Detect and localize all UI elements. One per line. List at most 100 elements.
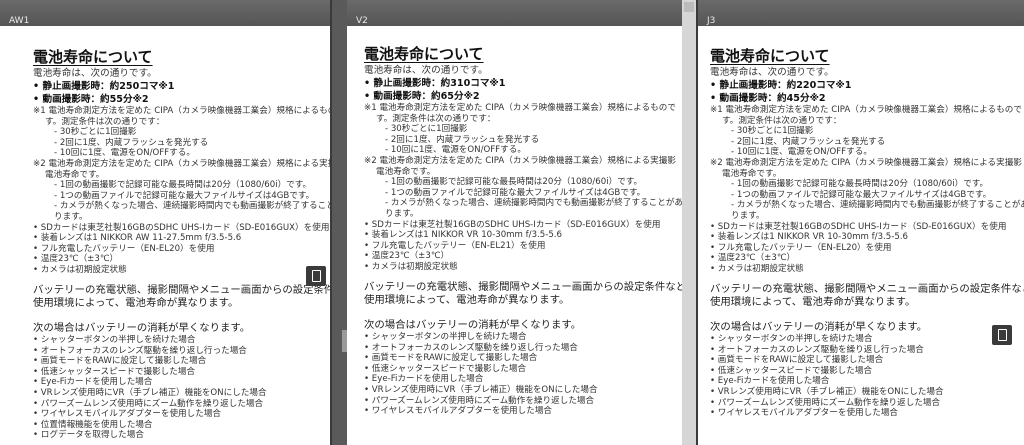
note-line: す。測定条件は次の通りです：	[376, 113, 496, 124]
paragraph-text: 使用環境によって、電池寿命が異なります。	[710, 296, 916, 308]
list-item: • 低速シャッタースピードで撮影した場合	[364, 363, 527, 374]
pane-aw1[interactable]: AW1 電池寿命について 電池寿命は、次の通りです。 • 静止画撮影時：約250…	[0, 0, 330, 445]
note-line: 電池寿命です。	[376, 166, 436, 177]
condition-line: • SDカードは東芝社製16GBのSDHC UHS-Iカード（SD-E016GU…	[710, 221, 1007, 232]
list-item: • 低速シャッタースピードで撮影した場合	[710, 365, 873, 376]
note-line: 電池寿命です。	[45, 169, 105, 180]
condition-line: • フル充電したバッテリー（EN-EL21）を使用	[364, 240, 546, 251]
condition-line: • 装着レンズは1 NIKKOR AW 11-27.5mm f/3.5-5.6	[33, 233, 242, 244]
list-item: • Eye-Fiカードを使用した場合	[710, 376, 830, 387]
paragraph-text: 次の場合はバッテリーの消耗が早くなります。	[364, 318, 582, 331]
paragraph-text: 使用環境によって、電池寿命が異なります。	[364, 294, 570, 306]
intro-text: 電池寿命は、次の通りです。	[710, 67, 834, 78]
list-item: • オートフォーカスのレンズ駆動を繰り返し行った場合	[364, 342, 578, 353]
note-line: ※1 電池寿命測定方法を定めた CIPA（カメラ映像機器工業会）規格によるもので	[33, 106, 330, 116]
note-line: ります。	[731, 210, 765, 221]
note-line: ※1 電池寿命測定方法を定めた CIPA（カメラ映像機器工業会）規格によるもので	[364, 103, 676, 113]
note-line: - 1つの動画ファイルで記録可能な最大ファイルサイズは4GBです。	[385, 187, 646, 198]
pane-header: AW1	[0, 0, 330, 26]
pane-label: J3	[707, 16, 716, 26]
list-item: • Eye-Fiカードを使用した場合	[364, 374, 484, 385]
note-line: - 30秒ごとに1回撮影	[54, 127, 137, 138]
note-line: - 30秒ごとに1回撮影	[731, 126, 814, 137]
list-item: • Eye-Fiカードを使用した場合	[33, 377, 153, 388]
note-line: - 2回に1度、内蔵フラッシュを発光する	[731, 136, 886, 147]
list-item: • 低速シャッタースピードで撮影した場合	[33, 366, 196, 377]
list-item: • 画質モードをRAWに設定して撮影した場合	[364, 353, 538, 364]
list-item: • シャッターボタンの半押しを続けた場合	[364, 332, 527, 342]
note-line: ※2 電池寿命測定方法を定めた CIPA（カメラ映像機器工業会）規格による実撮影	[364, 155, 676, 166]
condition-line: • カメラは初期設定状態	[33, 264, 127, 275]
note-line: ります。	[54, 211, 88, 222]
note-line: - カメラが熱くなった場合、連続撮影時間内でも動画撮影が終了することがあ	[731, 200, 1024, 211]
condition-line: • カメラは初期設定状態	[364, 261, 458, 272]
paragraph-text: 次の場合はバッテリーの消耗が早くなります。	[33, 321, 251, 334]
note-line: す。測定条件は次の通りです：	[45, 116, 165, 127]
condition-line: • 温度23℃（±3℃）	[33, 254, 119, 265]
list-item: • ワイヤレスモバイルアダプターを使用した場合	[710, 408, 899, 419]
list-item: • パワーズームレンズ使用時にズーム動作を繰り返した場合	[364, 395, 595, 406]
list-item: • 画質モードをRAWに設定して撮影した場合	[33, 356, 207, 367]
list-item: • 位置情報機能を使用した場合	[33, 419, 153, 430]
document-page: 電池寿命について 電池寿命は、次の通りです。 • 静止画撮影時：約220コマ※1…	[710, 28, 1024, 419]
list-item: • ワイヤレスモバイルアダプターを使用した場合	[364, 406, 553, 417]
paragraph-text: 使用環境によって、電池寿命が異なります。	[33, 297, 239, 309]
intro-text: 電池寿命は、次の通りです。	[33, 68, 157, 79]
note-line: - 30秒ごとに1回撮影	[385, 124, 468, 135]
condition-line: • 温度23℃（±3℃）	[364, 251, 450, 262]
condition-line: • フル充電したバッテリー（EN-EL20）を使用	[710, 242, 892, 253]
paragraph-text: バッテリーの充電状態、撮影間隔やメニュー画面からの設定条件などの	[33, 283, 330, 296]
note-line: - 1回の動画撮影で記録可能な最長時間は20分（1080/60i）です。	[385, 177, 643, 188]
list-item: • 画質モードをRAWに設定して撮影した場合	[710, 355, 884, 366]
note-line: ※2 電池寿命測定方法を定めた CIPA（カメラ映像機器工業会）規格による実撮影	[33, 158, 330, 169]
document-page: 電池寿命について 電池寿命は、次の通りです。 • 静止画撮影時：約310コマ※1…	[364, 28, 682, 417]
note-line: ります。	[385, 208, 419, 219]
list-item: • パワーズームレンズ使用時にズーム動作を繰り返した場合	[710, 397, 941, 408]
list-item: • パワーズームレンズ使用時にズーム動作を繰り返した場合	[33, 398, 264, 409]
note-line: - 10回に1度、電源をON/OFFする。	[731, 147, 872, 158]
condition-line: • 装着レンズは1 NIKKOR VR 10-30mm f/3.5-5.6	[364, 230, 563, 241]
list-item: • VRレンズ使用時にVR（手ブレ補正）機能をONにした場合	[364, 384, 598, 395]
movie-stat: • 動画撮影時：約65分※2	[364, 91, 480, 102]
pane-header: J3	[698, 0, 1024, 26]
movie-stat: • 動画撮影時：約55分※2	[33, 94, 149, 105]
note-line: - 10回に1度、電源をON/OFFする。	[385, 145, 526, 156]
pane-j3[interactable]: J3 電池寿命について 電池寿命は、次の通りです。 • 静止画撮影時：約220コ…	[698, 0, 1024, 445]
note-line: - 1つの動画ファイルで記録可能な最大ファイルサイズは4GBです。	[731, 189, 992, 200]
note-line: す。測定条件は次の通りです：	[722, 115, 842, 126]
document-page: 電池寿命について 電池寿命は、次の通りです。 • 静止画撮影時：約250コマ※1…	[33, 28, 330, 441]
page-title: 電池寿命について	[33, 48, 153, 66]
list-item: • VRレンズ使用時にVR（手ブレ補正）機能をONにした場合	[710, 386, 944, 397]
note-line: - 1つの動画ファイルで記録可能な最大ファイルサイズは4GBです。	[54, 190, 315, 201]
scroll-up-arrow[interactable]	[684, 2, 694, 12]
page-title: 電池寿命について	[364, 45, 484, 63]
page-title: 電池寿命について	[710, 47, 830, 65]
note-line: ※2 電池寿命測定方法を定めた CIPA（カメラ映像機器工業会）規格による実撮影	[710, 157, 1022, 168]
note-line: - カメラが熱くなった場合、連続撮影時間内でも動画撮影が終了することがあ	[54, 201, 330, 212]
list-item: • オートフォーカスのレンズ駆動を繰り返し行った場合	[33, 345, 247, 356]
note-line: - カメラが熱くなった場合、連続撮影時間内でも動画撮影が終了することがあ	[385, 198, 682, 209]
paragraph-text: バッテリーの充電状態、撮影間隔やメニュー画面からの設定条件などの	[364, 280, 682, 293]
pane-label: V2	[356, 16, 368, 26]
still-stat: • 静止画撮影時：約220コマ※1	[710, 80, 852, 91]
note-line: 電池寿命です。	[722, 168, 782, 179]
still-stat: • 静止画撮影時：約250コマ※1	[33, 81, 175, 92]
condition-line: • 温度23℃（±3℃）	[710, 253, 796, 264]
list-item: • VRレンズ使用時にVR（手ブレ補正）機能をONにした場合	[33, 387, 267, 398]
pane-v2[interactable]: V2 電池寿命について 電池寿命は、次の通りです。 • 静止画撮影時：約310コ…	[347, 0, 682, 445]
intro-text: 電池寿命は、次の通りです。	[364, 65, 488, 76]
list-item: • オートフォーカスのレンズ駆動を繰り返し行った場合	[710, 344, 924, 355]
vertical-scrollbar[interactable]	[682, 0, 696, 445]
pane-header: V2	[347, 0, 682, 26]
condition-line: • SDカードは東芝社製16GBのSDHC UHS-Iカード（SD-E016GU…	[364, 219, 661, 230]
condition-line: • SDカードは東芝社製16GBのSDHC UHS-Iカード（SD-E016GU…	[33, 222, 330, 233]
paragraph-text: 次の場合はバッテリーの消耗が早くなります。	[710, 320, 928, 333]
list-item: • ワイヤレスモバイルアダプターを使用した場合	[33, 409, 222, 420]
page-tool-icon[interactable]	[992, 325, 1012, 345]
movie-stat: • 動画撮影時：約45分※2	[710, 93, 826, 104]
pane-divider[interactable]	[330, 0, 332, 445]
page-tool-icon[interactable]	[306, 266, 326, 286]
note-line: - 1回の動画撮影で記録可能な最長時間は20分（1080/60i）です。	[54, 180, 312, 191]
condition-line: • フル充電したバッテリー（EN-EL20）を使用	[33, 243, 215, 254]
note-line: - 10回に1度、電源をON/OFFする。	[54, 148, 195, 159]
